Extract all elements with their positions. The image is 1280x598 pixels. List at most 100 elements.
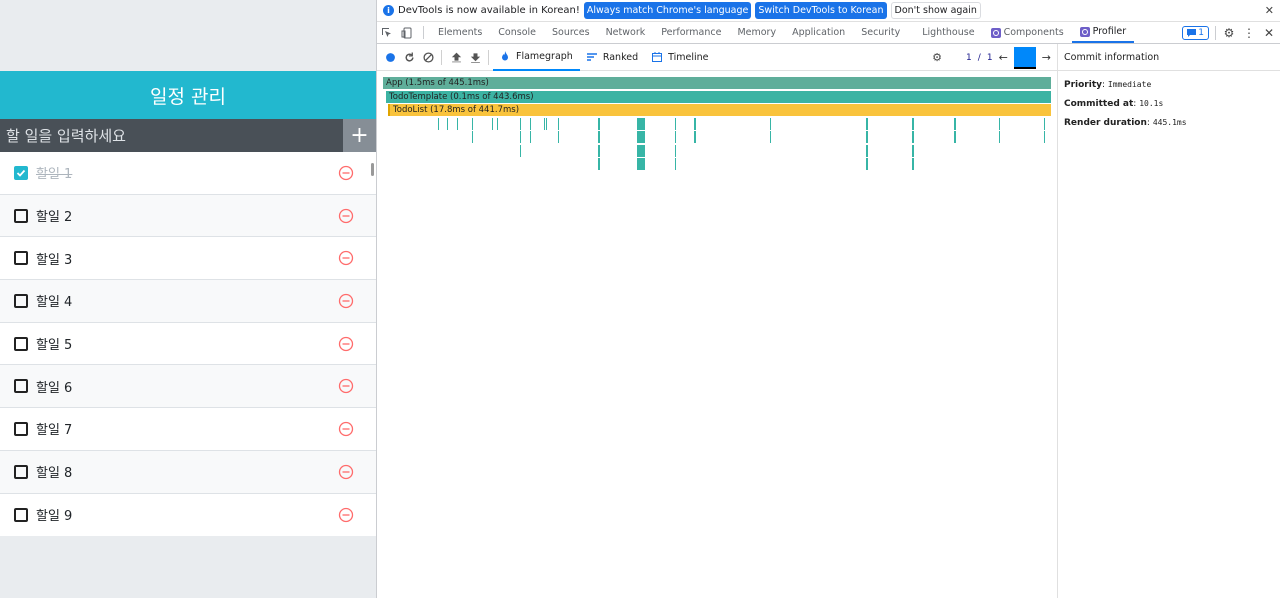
checkbox[interactable] [14, 421, 28, 436]
flamegraph-leaf-bar[interactable] [866, 131, 868, 143]
tab-memory[interactable]: Memory [729, 22, 784, 43]
todo-input[interactable] [0, 119, 343, 152]
flamegraph-leaf-bar[interactable] [520, 117, 521, 130]
todo-item[interactable]: 할일 9 [0, 494, 376, 537]
todo-item[interactable]: 할일 6 [0, 365, 376, 409]
todo-item[interactable]: 할일 3 [0, 237, 376, 281]
remove-icon[interactable] [338, 293, 354, 309]
flamegraph-leaf-bar[interactable] [639, 144, 643, 157]
inspect-element-icon[interactable] [377, 22, 397, 43]
tab-performance[interactable]: Performance [653, 22, 729, 43]
flamegraph-bar[interactable]: TodoTemplate (0.1ms of 443.6ms) [386, 90, 1051, 103]
flamegraph-bar[interactable]: TodoList (17.8ms of 441.7ms) [388, 104, 1051, 116]
always-match-language-button[interactable]: Always match Chrome's language [583, 2, 752, 19]
flamegraph-leaf-bar[interactable] [598, 131, 600, 143]
flamegraph-leaf-bar[interactable] [520, 144, 521, 157]
flamegraph-leaf-bar[interactable] [639, 158, 643, 170]
tab-application[interactable]: Application [784, 22, 853, 43]
close-devtools-icon[interactable]: ✕ [1262, 26, 1276, 40]
flamegraph-leaf-bar[interactable] [457, 117, 458, 130]
todo-item[interactable]: 할일 5 [0, 323, 376, 366]
tab-ranked[interactable]: Ranked [580, 44, 645, 71]
commit-bar[interactable] [1013, 46, 1036, 69]
device-toolbar-icon[interactable] [397, 22, 417, 43]
switch-to-korean-button[interactable]: Switch DevTools to Korean [755, 2, 887, 19]
flamegraph-leaf-bar[interactable] [472, 117, 473, 130]
flamegraph-leaf-bar[interactable] [447, 117, 448, 130]
remove-icon[interactable] [338, 421, 354, 437]
flamegraph-leaf-bar[interactable] [866, 117, 868, 130]
add-todo-button[interactable]: + [343, 119, 376, 152]
flamegraph-leaf-bar[interactable] [546, 117, 547, 130]
tab-lighthouse[interactable]: Lighthouse [914, 22, 982, 43]
flamegraph-leaf-bar[interactable] [675, 144, 676, 157]
more-options-icon[interactable]: ⋮ [1242, 26, 1256, 40]
flamegraph-leaf-bar[interactable] [598, 144, 600, 157]
settings-icon[interactable]: ⚙ [930, 51, 944, 64]
download-icon[interactable] [466, 48, 484, 66]
tab-elements[interactable]: Elements [430, 22, 490, 43]
remove-icon[interactable] [338, 464, 354, 480]
checkbox[interactable] [14, 251, 28, 266]
checkbox[interactable] [14, 208, 28, 223]
flamegraph-leaf-bar[interactable] [492, 117, 493, 130]
flamegraph-leaf-bar[interactable] [598, 158, 600, 170]
dont-show-again-button[interactable]: Don't show again [890, 2, 981, 19]
next-commit-icon[interactable]: → [1042, 51, 1051, 64]
flamegraph-leaf-bar[interactable] [530, 117, 531, 130]
remove-icon[interactable] [338, 208, 354, 224]
todo-item[interactable]: 할일 1 [0, 152, 376, 195]
tab-timeline[interactable]: Timeline [645, 44, 715, 71]
flamegraph-leaf-bar[interactable] [1044, 117, 1045, 130]
flamegraph-leaf-bar[interactable] [544, 117, 545, 130]
checkbox[interactable] [14, 464, 28, 479]
previous-commit-icon[interactable]: ← [999, 51, 1008, 64]
remove-icon[interactable] [338, 336, 354, 352]
remove-icon[interactable] [338, 165, 354, 181]
flamegraph-leaf-bar[interactable] [770, 117, 771, 130]
checkbox[interactable] [14, 507, 28, 522]
flamegraph-leaf-bar[interactable] [639, 131, 643, 143]
flamegraph-leaf-bar[interactable] [999, 131, 1000, 143]
flamegraph-leaf-bar[interactable] [598, 117, 600, 130]
record-icon[interactable] [381, 48, 399, 66]
checkbox[interactable] [14, 336, 28, 351]
flamegraph-leaf-bar[interactable] [912, 158, 914, 170]
flamegraph-leaf-bar[interactable] [675, 117, 676, 130]
flamegraph-bar[interactable]: App (1.5ms of 445.1ms) [383, 77, 1051, 89]
flamegraph-leaf-bar[interactable] [639, 117, 643, 130]
tab-sources[interactable]: Sources [544, 22, 598, 43]
flamegraph-leaf-bar[interactable] [866, 158, 868, 170]
flamegraph-leaf-bar[interactable] [530, 131, 531, 143]
tab-security[interactable]: Security [853, 22, 908, 43]
scrollbar[interactable] [371, 163, 374, 176]
reload-icon[interactable] [400, 48, 418, 66]
todo-item[interactable]: 할일 2 [0, 194, 376, 238]
flamegraph-leaf-bar[interactable] [954, 117, 956, 130]
tab-network[interactable]: Network [598, 22, 654, 43]
flamegraph-leaf-bar[interactable] [675, 158, 676, 170]
flamegraph-leaf-bar[interactable] [866, 144, 868, 157]
checkbox[interactable] [14, 379, 28, 394]
remove-icon[interactable] [338, 378, 354, 394]
flamegraph-leaf-bar[interactable] [1044, 131, 1045, 143]
flamegraph-leaf-bar[interactable] [558, 131, 559, 143]
flamegraph-leaf-bar[interactable] [497, 117, 498, 130]
checkbox[interactable] [14, 293, 28, 308]
flamegraph-leaf-bar[interactable] [694, 117, 696, 130]
issues-badge[interactable]: 1 [1182, 26, 1209, 40]
todo-item[interactable]: 할일 4 [0, 280, 376, 323]
flamegraph-leaf-bar[interactable] [520, 131, 521, 143]
flamegraph-leaf-bar[interactable] [912, 131, 914, 143]
flamegraph-leaf-bar[interactable] [954, 131, 956, 143]
upload-icon[interactable] [447, 48, 465, 66]
tab-profiler[interactable]: Profiler [1071, 22, 1135, 43]
flamegraph-leaf-bar[interactable] [912, 117, 914, 130]
flamegraph-leaf-bar[interactable] [694, 131, 696, 143]
flamegraph-leaf-bar[interactable] [912, 144, 914, 157]
gear-icon[interactable]: ⚙ [1222, 26, 1236, 40]
clear-icon[interactable] [419, 48, 437, 66]
flamegraph-leaf-bar[interactable] [999, 117, 1000, 130]
remove-icon[interactable] [338, 507, 354, 523]
checked-checkbox[interactable] [14, 165, 28, 180]
